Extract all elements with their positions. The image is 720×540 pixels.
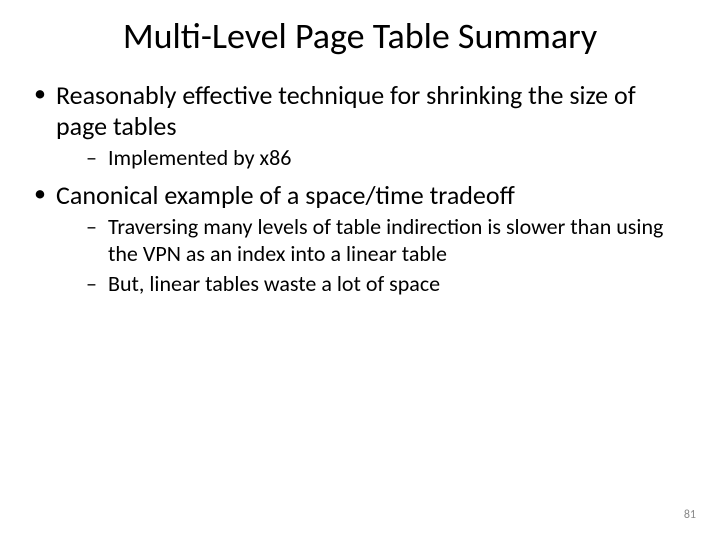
bullet-item: Reasonably effective technique for shrin… [28,80,685,172]
sub-bullet-text: Implemented by x86 [108,144,291,171]
sub-bullet-item: Traversing many levels of table indirect… [56,214,685,267]
bullet-item: Canonical example of a space/time tradeo… [28,180,685,298]
page-number: 81 [684,508,696,522]
slide: Multi-Level Page Table Summary Reasonabl… [0,0,720,540]
sub-bullet-text: Traversing many levels of table indirect… [108,213,663,266]
sub-bullet-list: Traversing many levels of table indirect… [56,214,685,297]
slide-body: Reasonably effective technique for shrin… [28,80,685,306]
sub-bullet-item: Implemented by x86 [56,145,685,171]
slide-title: Multi-Level Page Table Summary [0,14,720,58]
bullet-text: Reasonably effective technique for shrin… [56,79,636,142]
sub-bullet-item: But, linear tables waste a lot of space [56,271,685,297]
bullet-list: Reasonably effective technique for shrin… [28,80,685,298]
bullet-text: Canonical example of a space/time tradeo… [56,179,515,211]
sub-bullet-list: Implemented by x86 [56,145,685,171]
sub-bullet-text: But, linear tables waste a lot of space [108,270,440,297]
